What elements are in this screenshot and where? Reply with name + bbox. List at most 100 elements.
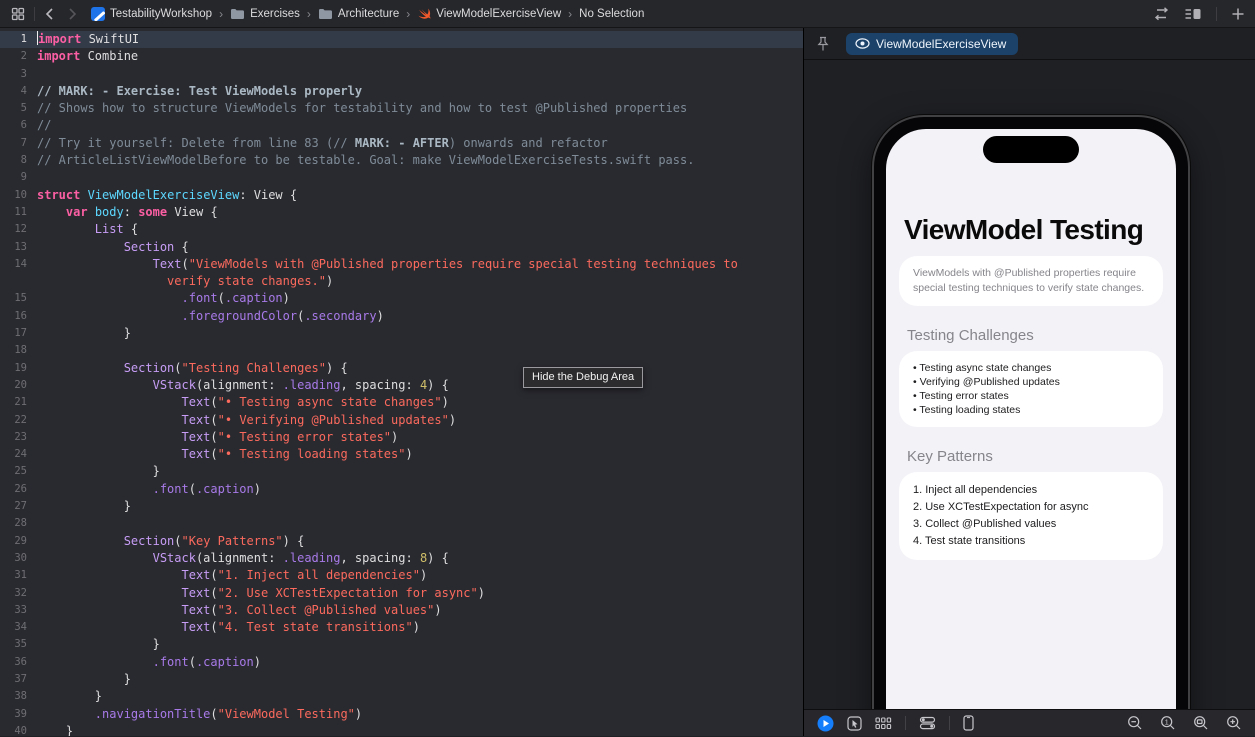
code-text[interactable]: Text("• Testing loading states") [37,446,413,463]
code-text[interactable]: var body: some View { [37,204,218,221]
preview-tab[interactable]: ViewModelExerciseView [846,32,1019,55]
line-number-gutter[interactable]: 26 [0,481,37,498]
code-text[interactable]: } [37,671,131,688]
code-text[interactable]: import SwiftUI [37,31,139,48]
breadcrumb-item[interactable]: ViewModelExerciseView [417,7,561,21]
line-number-gutter[interactable]: 7 [0,135,37,152]
pin-preview-icon[interactable] [816,36,830,52]
line-number-gutter[interactable]: 29 [0,533,37,550]
line-number-gutter[interactable]: 2 [0,48,37,65]
source-editor[interactable]: 1 import SwiftUI 2 import Combine 3 4// MARK:… [0,28,803,736]
code-text[interactable]: // Try it yourself: Delete from line 83 … [37,135,608,152]
device-button[interactable] [963,715,974,731]
code-text[interactable]: Text("3. Collect @Published values") [37,602,442,619]
code-text[interactable]: List { [37,221,138,238]
code-text[interactable]: struct ViewModelExerciseView: View { [37,187,297,204]
code-text[interactable]: } [37,325,131,342]
line-number-gutter[interactable]: 38 [0,688,37,705]
live-preview-button[interactable] [817,715,834,732]
line-number-gutter[interactable]: 10 [0,187,37,204]
code-text[interactable]: Section("Testing Challenges") { [37,360,348,377]
line-number-gutter[interactable]: 31 [0,567,37,584]
line-number-gutter[interactable]: 40 [0,723,37,736]
zoom-100-button[interactable]: 1 [1160,715,1176,731]
code-text[interactable]: // ArticleListViewModelBefore to be test… [37,152,694,169]
line-number-gutter[interactable]: 35 [0,636,37,653]
code-text[interactable]: // Shows how to structure ViewModels for… [37,100,687,117]
code-text[interactable]: import Combine [37,48,138,65]
zoom-fit-button[interactable] [1193,715,1209,731]
line-number-gutter[interactable]: 16 [0,308,37,325]
navigate-forward-icon[interactable] [65,7,79,21]
code-text[interactable]: Section { [37,239,189,256]
line-number-gutter[interactable]: 23 [0,429,37,446]
add-editor-icon[interactable] [1231,7,1245,21]
line-number-gutter[interactable]: 15 [0,290,37,307]
zoom-out-button[interactable] [1127,715,1143,731]
line-number-gutter[interactable]: 25 [0,463,37,480]
line-number-gutter[interactable]: 22 [0,412,37,429]
line-number-gutter[interactable]: 17 [0,325,37,342]
line-number-gutter[interactable]: 21 [0,394,37,411]
line-number-gutter[interactable]: 36 [0,654,37,671]
related-items-grid-icon[interactable] [10,6,26,22]
code-text[interactable]: } [37,723,73,736]
swap-arrows-icon[interactable] [1153,6,1170,21]
line-number-gutter[interactable]: 14 [0,256,37,273]
code-text[interactable]: verify state changes.") [37,273,333,290]
code-text[interactable]: // MARK: - Exercise: Test ViewModels pro… [37,83,362,100]
line-number-gutter[interactable]: 39 [0,706,37,723]
breadcrumb-item[interactable]: TestabilityWorkshop [91,6,212,21]
line-number-gutter[interactable]: 11 [0,204,37,221]
line-number-gutter[interactable]: 19 [0,360,37,377]
code-text[interactable]: Text("4. Test state transitions") [37,619,420,636]
navigate-back-icon[interactable] [43,7,57,21]
line-number-gutter[interactable]: 33 [0,602,37,619]
device-settings-button[interactable] [919,716,936,730]
code-text[interactable]: } [37,498,131,515]
breadcrumb-item[interactable]: No Selection [579,8,644,20]
variants-mode-button[interactable] [875,716,892,730]
code-text[interactable]: Text("ViewModels with @Published propert… [37,256,738,273]
line-number-gutter[interactable]: 1 [0,31,37,48]
line-number-gutter[interactable]: 20 [0,377,37,394]
line-number-gutter[interactable]: 8 [0,152,37,169]
code-text[interactable]: .foregroundColor(.secondary) [37,308,384,325]
code-text[interactable]: } [37,463,160,480]
code-text[interactable]: Text("• Testing error states") [37,429,399,446]
line-number-gutter[interactable]: 34 [0,619,37,636]
line-number-gutter[interactable]: 3 [0,66,37,83]
line-number-gutter[interactable]: 32 [0,585,37,602]
editor-layout-icon[interactable] [1184,7,1202,21]
selectable-mode-button[interactable] [847,715,862,731]
code-text[interactable]: } [37,636,160,653]
code-text[interactable]: .font(.caption) [37,654,261,671]
zoom-in-button[interactable] [1226,715,1242,731]
line-number-gutter[interactable]: 9 [0,169,37,186]
line-number-gutter[interactable]: 27 [0,498,37,515]
breadcrumb-item[interactable]: Architecture [318,8,399,20]
breadcrumb-item[interactable]: Exercises [230,8,300,20]
code-text[interactable]: .font(.caption) [37,290,290,307]
code-text[interactable]: .font(.caption) [37,481,261,498]
line-number-gutter[interactable]: 24 [0,446,37,463]
code-area[interactable]: 1 import SwiftUI 2 import Combine 3 4// MARK:… [0,28,803,736]
canvas-viewport[interactable]: ViewModel Testing ViewModels with @Publi… [804,60,1255,709]
code-text[interactable]: Text("1. Inject all dependencies") [37,567,428,584]
code-text[interactable]: .navigationTitle("ViewModel Testing") [37,706,362,723]
code-text[interactable]: Text("2. Use XCTestExpectation for async… [37,585,485,602]
code-text[interactable]: } [37,688,102,705]
code-text[interactable]: Text("• Testing async state changes") [37,394,449,411]
line-number-gutter[interactable]: 12 [0,221,37,238]
code-text[interactable]: Section("Key Patterns") { [37,533,305,550]
code-text[interactable]: Text("• Verifying @Published updates") [37,412,457,429]
line-number-gutter[interactable]: 37 [0,671,37,688]
line-number-gutter[interactable]: 4 [0,83,37,100]
line-number-gutter[interactable]: 28 [0,515,37,532]
code-text[interactable]: VStack(alignment: .leading, spacing: 8) … [37,550,449,567]
code-text[interactable]: VStack(alignment: .leading, spacing: 4) … [37,377,449,394]
line-number-gutter[interactable]: 5 [0,100,37,117]
line-number-gutter[interactable]: 6 [0,117,37,134]
line-number-gutter[interactable] [0,273,37,290]
line-number-gutter[interactable]: 13 [0,239,37,256]
